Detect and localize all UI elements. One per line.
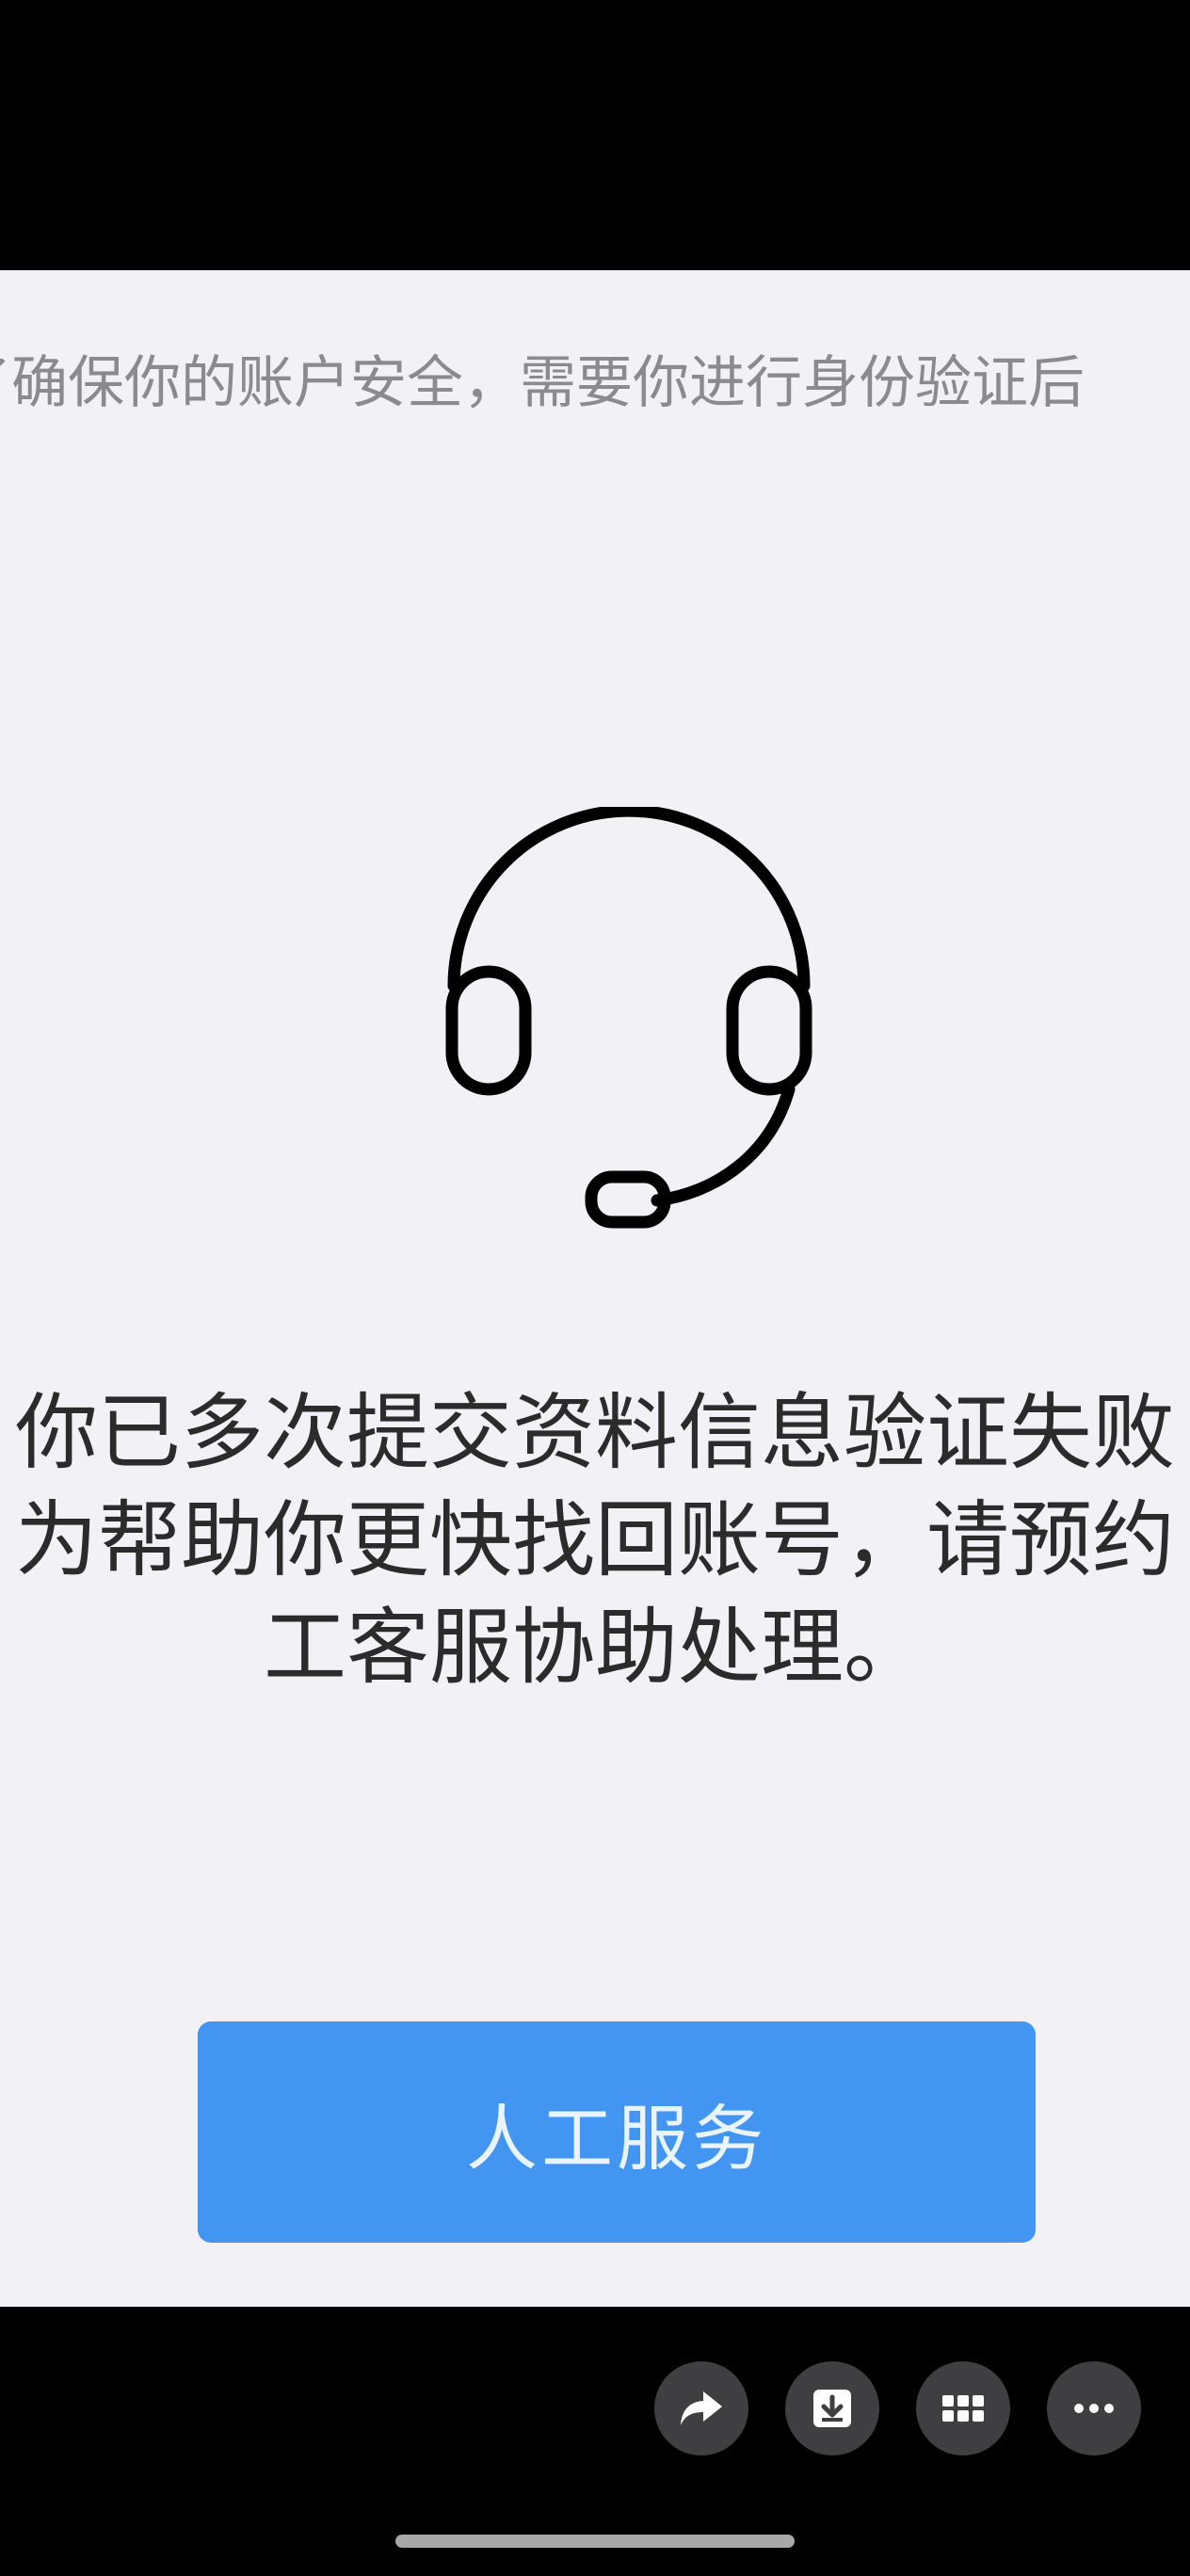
verification-page: 了确保你的账户安全，需要你进行身份验证后 你已多次提交资料信息验证失败 为帮助你… [0,270,1190,2307]
share-button[interactable] [654,2361,748,2455]
download-button[interactable] [785,2361,879,2455]
more-button[interactable] [1047,2361,1141,2455]
message-line: 工客服协助处理。 [263,1599,926,1696]
download-icon [806,2382,859,2435]
bottom-toolbar [0,2307,1190,2576]
home-indicator[interactable] [395,2535,795,2548]
share-icon [675,2382,728,2435]
message-line: 为帮助你更快找回账号，请预约 [14,1491,1175,1588]
headset-icon [433,804,828,1240]
grid-icon [937,2382,989,2435]
grid-button[interactable] [916,2361,1010,2455]
human-service-button[interactable]: 人工服务 [198,2021,1036,2243]
failure-message: 你已多次提交资料信息验证失败 为帮助你更快找回账号，请预约 工客服协助处理。 [0,1379,1190,1701]
more-icon [1068,2382,1120,2435]
message-line: 你已多次提交资料信息验证失败 [14,1384,1175,1481]
top-black-bar [0,0,1190,270]
security-notice: 了确保你的账户安全，需要你进行身份验证后 [0,350,1085,416]
